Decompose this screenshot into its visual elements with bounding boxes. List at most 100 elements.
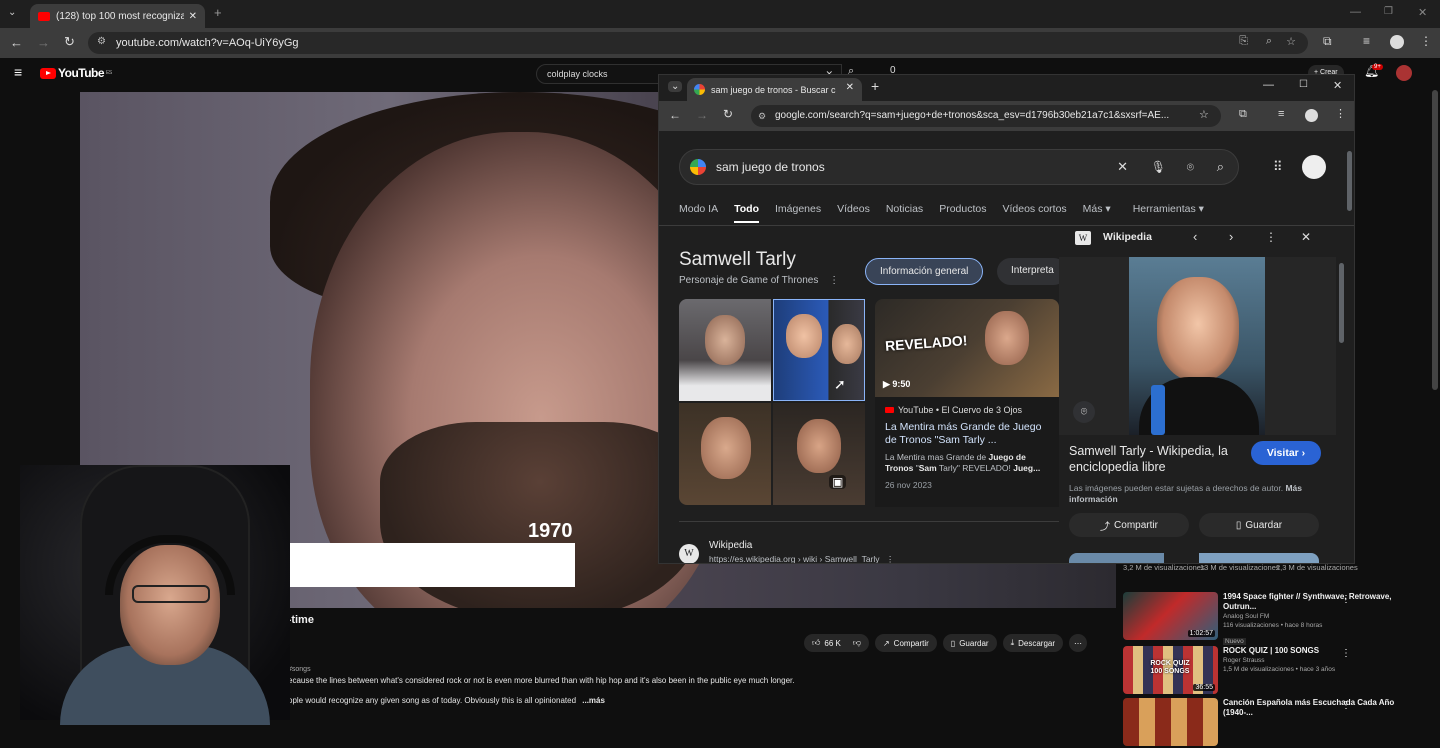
wiki-panel-scrollbar[interactable] <box>1339 263 1344 343</box>
tab-mas[interactable]: Más ▾ <box>1083 203 1111 223</box>
outer-address-bar[interactable]: ⚙ youtube.com/watch?v=AOq-UiY6yGg ⎘ ⌕ ☆ <box>88 32 1308 54</box>
video-result-title[interactable]: La Mentira más Grande de Juego de Tronos… <box>885 421 1049 447</box>
share-label: Compartir <box>893 638 929 648</box>
wiki-lens-icon[interactable]: ⌾ <box>1073 401 1095 423</box>
inner-extensions-icon[interactable]: ⧉ <box>1239 108 1247 121</box>
window-close-icon[interactable]: ✕ <box>1418 6 1427 19</box>
wiki-share-button[interactable]: ⤴ Compartir <box>1069 513 1189 537</box>
forward-icon[interactable]: → <box>37 35 50 50</box>
extensions-icon[interactable]: ⧉ <box>1323 34 1332 49</box>
image-tile-portrait[interactable] <box>679 403 771 505</box>
wiki-close-icon[interactable]: ✕ <box>1301 230 1311 244</box>
image-tile-smiling[interactable]: ▣ <box>773 403 865 505</box>
hashtag-songs[interactable]: #songs <box>288 666 311 673</box>
inner-tab-close-icon[interactable]: ✕ <box>846 82 854 93</box>
wiki-image-bottle <box>1151 385 1165 435</box>
bookmark-star-icon[interactable]: ☆ <box>1286 35 1296 48</box>
google-apps-icon[interactable]: ⠿ <box>1273 159 1283 175</box>
user-avatar[interactable] <box>1396 65 1412 81</box>
share-button[interactable]: ↗ Compartir <box>874 634 937 652</box>
inner-site-info-icon[interactable]: ⚙ <box>758 105 766 127</box>
wiki-prev-icon[interactable]: ‹ <box>1193 229 1197 244</box>
chrome-menu-icon[interactable]: ⋮ <box>1420 34 1432 48</box>
image-tile-suit[interactable]: ➚ <box>773 299 865 401</box>
inner-new-tab-icon[interactable]: + <box>871 78 879 94</box>
video-result-card[interactable]: REVELADO! ▶ 9:50 YouTube • El Cuervo de … <box>875 299 1059 509</box>
google-search-input[interactable]: sam juego de tronos ✕ 🎙︎ ⌾ ⌕ <box>679 149 1239 185</box>
window-minimize-icon[interactable]: — <box>1350 6 1361 18</box>
inner-profile-icon[interactable] <box>1305 109 1318 122</box>
tab-imagenes[interactable]: Imágenes <box>775 203 821 223</box>
inner-tab-bar: ⌄ sam juego de tronos - Buscar c ✕ + — ☐… <box>659 75 1354 101</box>
inner-address-bar[interactable]: ⚙ google.com/search?q=sam+juego+de+trono… <box>751 105 1221 127</box>
tab-modo-ia[interactable]: Modo IA <box>679 203 718 223</box>
wiki-panel-title[interactable]: Samwell Tarly - Wikipedia, la encicloped… <box>1069 443 1249 475</box>
kp-more-icon[interactable]: ⋮ <box>829 275 839 286</box>
sidebar-item-rock-quiz[interactable]: ROCK QUIZ 100 SONGS 36:55 ROCK QUIZ | 10… <box>1123 646 1423 696</box>
like-button[interactable]: 👍︎ 66 K 👎︎ <box>804 634 869 652</box>
profile-avatar-icon[interactable] <box>1390 35 1404 49</box>
result-more-icon[interactable]: ⋮ <box>886 554 895 563</box>
inner-tab-list-icon[interactable]: ⌄ <box>668 81 683 92</box>
image-search-icon[interactable]: ▣ <box>829 475 847 489</box>
inner-tab-google[interactable]: sam juego de tronos - Buscar c ✕ <box>687 78 862 101</box>
youtube-logo[interactable]: YouTube ES <box>40 66 112 80</box>
sidebar-item-synthwave[interactable]: 1:02:57 1994 Space fighter // Synthwave,… <box>1123 592 1423 645</box>
site-info-icon[interactable]: ⚙ <box>97 36 106 47</box>
outer-tab-youtube[interactable]: (128) top 100 most recognizabl ✕ <box>30 4 205 28</box>
inner-forward-icon[interactable]: → <box>696 108 708 122</box>
chip-informacion-general[interactable]: Información general <box>865 258 984 285</box>
hamburger-menu-icon[interactable]: ≡ <box>14 64 22 80</box>
image-tile-snow[interactable] <box>679 299 771 401</box>
sidebar-item-menu-icon[interactable]: ⋮ <box>1341 700 1351 711</box>
youtube-page-scrollbar[interactable] <box>1432 90 1438 390</box>
tab-noticias[interactable]: Noticias <box>886 203 923 223</box>
wiki-more-icon[interactable]: ⋮ <box>1265 230 1277 244</box>
clear-query-icon[interactable]: ✕ <box>1117 150 1128 184</box>
download-button[interactable]: ⤓ Descargar <box>1002 634 1064 652</box>
wiki-copyright-notice: Las imágenes pueden estar sujetas a dere… <box>1069 483 1324 505</box>
inner-back-icon[interactable]: ← <box>669 108 681 122</box>
sidebar-item-cancion-espanola[interactable]: Canción Española más Escuchada Cada Año … <box>1123 698 1423 748</box>
wiki-next-icon[interactable]: › <box>1229 229 1233 244</box>
chip-interpreta[interactable]: Interpreta <box>997 258 1067 285</box>
inner-maximize-icon[interactable]: ☐ <box>1299 79 1308 90</box>
description-more-link[interactable]: ...más <box>582 696 605 705</box>
thumbs-down-icon[interactable]: 👎︎ <box>853 638 861 648</box>
wiki-image[interactable] <box>1129 257 1265 435</box>
tab-todo[interactable]: Todo <box>734 203 759 223</box>
google-search-icon[interactable]: ⌕ <box>1217 150 1224 184</box>
inner-close-icon[interactable]: ✕ <box>1333 79 1342 92</box>
sidebar-item-menu-icon[interactable]: ⋮ <box>1341 648 1351 659</box>
new-tab-icon[interactable]: + <box>214 5 222 20</box>
google-account-avatar[interactable] <box>1302 155 1326 179</box>
inner-media-icon[interactable]: ≡ <box>1278 108 1284 120</box>
sidebar-item-menu-icon[interactable]: ⋮ <box>1341 594 1351 605</box>
wiki-visit-button[interactable]: Visitar › <box>1251 441 1321 465</box>
tab-list-chevron-icon[interactable]: ⌄ <box>8 7 16 18</box>
inner-bookmark-icon[interactable]: ☆ <box>1199 108 1209 121</box>
wiki-share-label: Compartir <box>1114 519 1158 531</box>
lens-search-icon[interactable]: ⌾ <box>1187 150 1194 184</box>
tab-herramientas[interactable]: Herramientas ▾ <box>1133 203 1204 223</box>
tab-productos[interactable]: Productos <box>939 203 986 223</box>
inner-reload-icon[interactable]: ↻ <box>723 107 733 121</box>
install-app-icon[interactable]: ⎘ <box>1239 35 1248 48</box>
inner-menu-icon[interactable]: ⋮ <box>1335 107 1346 120</box>
page-scrollbar[interactable] <box>1347 151 1352 211</box>
sidebar-item-channel: Analog Soul FM <box>1223 613 1270 620</box>
wiki-save-button[interactable]: ▯ Guardar <box>1199 513 1319 537</box>
save-button[interactable]: ▯ Guardar <box>942 634 997 652</box>
voice-search-icon[interactable]: 🎙︎ <box>1151 150 1166 184</box>
reload-icon[interactable]: ↻ <box>64 34 75 50</box>
back-icon[interactable]: ← <box>10 35 23 50</box>
media-control-icon[interactable]: ≡ <box>1363 34 1370 48</box>
inner-minimize-icon[interactable]: — <box>1263 79 1274 91</box>
zoom-icon[interactable]: ⌕ <box>1266 35 1272 48</box>
share-arrow-icon: ⤴ <box>1100 521 1111 533</box>
window-restore-icon[interactable]: ❐ <box>1384 6 1393 17</box>
tab-close-icon[interactable]: ✕ <box>189 11 197 22</box>
tab-videos[interactable]: Vídeos <box>837 203 870 223</box>
more-actions-button[interactable]: ⋯ <box>1069 634 1088 652</box>
tab-videos-cortos[interactable]: Vídeos cortos <box>1002 203 1066 223</box>
